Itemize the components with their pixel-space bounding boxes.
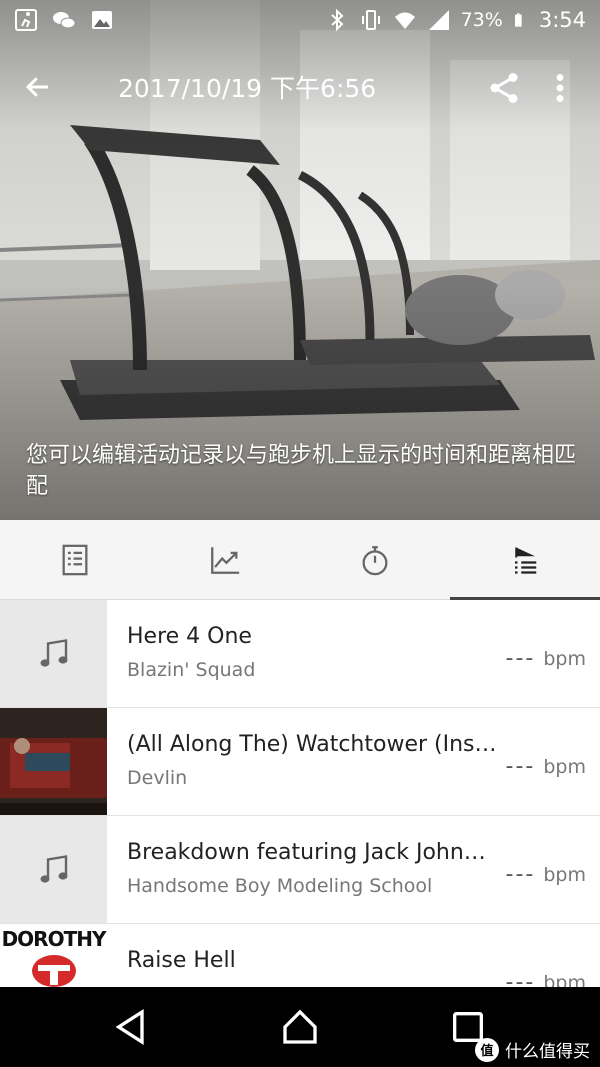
gallery-icon <box>92 11 112 29</box>
wifi-icon <box>394 12 415 29</box>
music-note-icon <box>40 638 67 667</box>
track-artist: Devlin <box>127 767 188 789</box>
tab-laps[interactable] <box>300 520 450 599</box>
track-bpm: --- bpm <box>505 970 586 987</box>
stopwatch-icon <box>362 545 388 575</box>
status-bar: 73% 3:54 <box>0 0 600 40</box>
track-title: (All Along The) Watchtower (Inst... <box>127 732 497 757</box>
album-art-placeholder <box>0 600 107 707</box>
running-app-icon <box>15 9 37 31</box>
album-art-placeholder <box>0 816 107 923</box>
track-bpm: --- bpm <box>505 754 586 779</box>
edit-hint-text: 您可以编辑活动记录以与跑步机上显示的时间和距离相匹配 <box>26 443 577 499</box>
tab-bar <box>0 520 600 600</box>
playlist-icon <box>515 547 537 574</box>
track-artist: Blazin' Squad <box>127 659 256 681</box>
track-row[interactable]: DOROTHY Raise Hell --- bpm <box>0 924 600 987</box>
wechat-icon <box>53 12 76 29</box>
chart-icon <box>211 546 240 574</box>
track-artist: Handsome Boy Modeling School <box>127 875 433 897</box>
vibrate-icon <box>361 10 380 30</box>
battery-percent: 73% <box>460 9 503 31</box>
list-icon <box>62 544 88 575</box>
battery-icon <box>514 13 522 27</box>
music-note-icon <box>40 854 67 883</box>
page-title: 2017/10/19 下午6:56 <box>118 74 377 103</box>
track-row[interactable]: Here 4 One Blazin' Squad --- bpm <box>0 600 600 708</box>
track-title: Raise Hell <box>127 948 236 973</box>
track-list: Here 4 One Blazin' Squad --- bpm (All Alo… <box>0 600 600 987</box>
nav-home-icon[interactable] <box>280 1007 320 1047</box>
album-cover-text: DOROTHY <box>1 927 107 951</box>
watermark: 值 什么值得买 <box>475 1037 590 1062</box>
watermark-badge: 值 <box>475 1037 499 1062</box>
back-button[interactable] <box>10 59 66 115</box>
tab-chart[interactable] <box>150 520 300 599</box>
tab-playlist[interactable] <box>450 520 600 600</box>
track-title: Breakdown featuring Jack Johnson <box>127 840 497 865</box>
signal-icon <box>428 10 449 30</box>
app-bar: 2017/10/19 下午6:56 <box>0 58 600 116</box>
watermark-text: 什么值得买 <box>505 1042 590 1062</box>
clock: 3:54 <box>538 8 586 32</box>
tab-details[interactable] <box>0 520 150 599</box>
track-bpm: --- bpm <box>505 646 586 671</box>
back-arrow-icon <box>25 77 48 97</box>
more-options-icon[interactable] <box>548 70 572 106</box>
track-title: Here 4 One <box>127 624 252 649</box>
track-row[interactable]: (All Along The) Watchtower (Inst... Devl… <box>0 708 600 816</box>
album-cover-image <box>0 708 107 815</box>
track-row[interactable]: Breakdown featuring Jack Johnson Handsom… <box>0 816 600 924</box>
album-art <box>0 708 107 815</box>
nav-back-icon[interactable] <box>112 1007 152 1047</box>
track-bpm: --- bpm <box>505 862 586 887</box>
bluetooth-icon <box>330 8 344 32</box>
album-cover-image <box>31 955 76 987</box>
share-icon[interactable] <box>486 70 522 106</box>
album-art: DOROTHY <box>0 924 107 987</box>
